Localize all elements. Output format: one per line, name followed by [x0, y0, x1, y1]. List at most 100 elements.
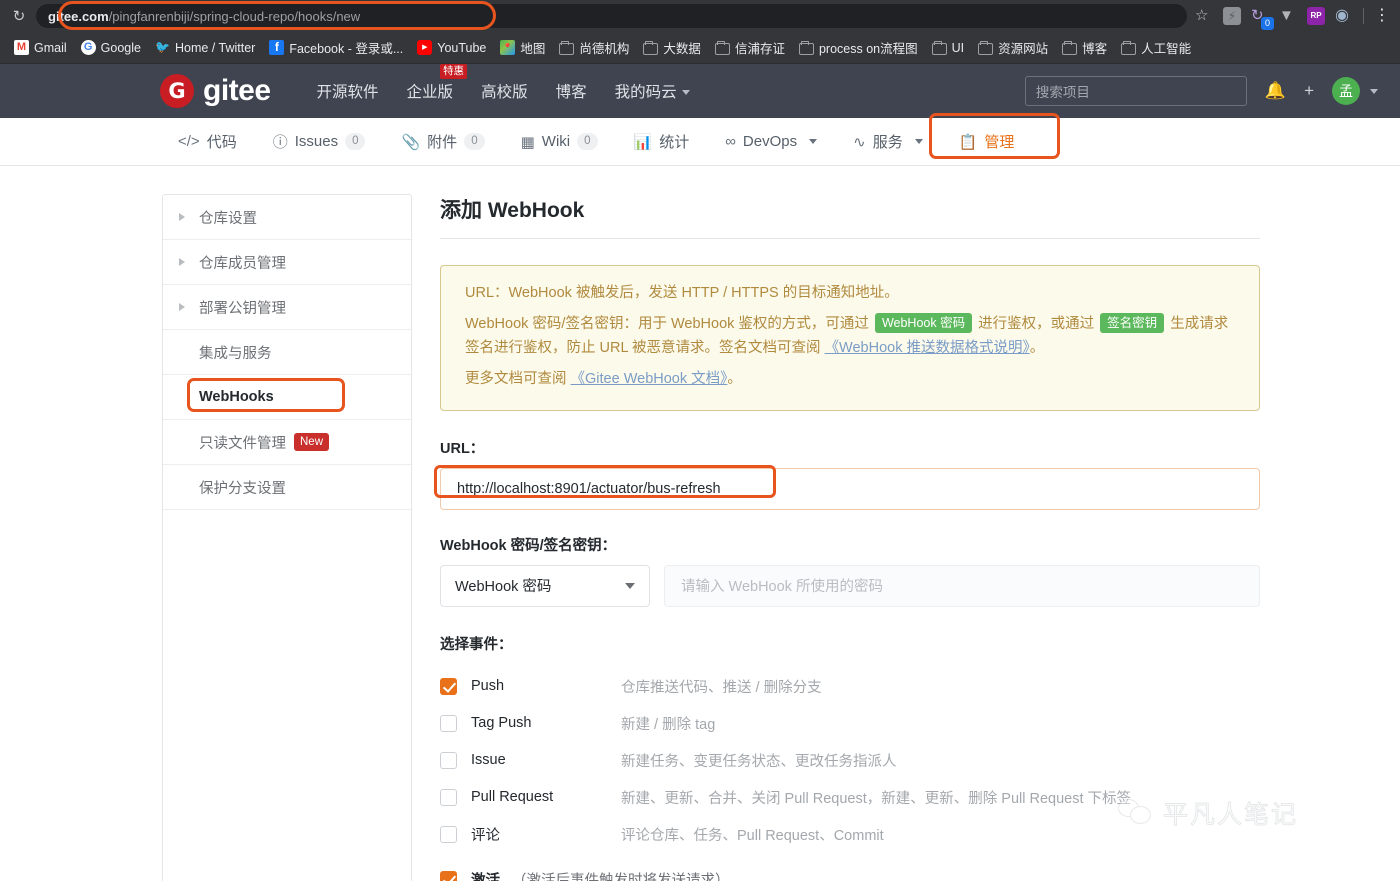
nav-label: 高校版 [481, 84, 528, 101]
bookmark-label: 尚德机构 [579, 42, 630, 56]
chevron-down-icon [809, 139, 818, 144]
youtube-icon [417, 40, 433, 55]
star-icon[interactable]: ☆ [1195, 7, 1213, 25]
tab-statistics[interactable]: 📊 统计 [616, 118, 708, 165]
bookmark-folder-7[interactable]: 博客 [1056, 35, 1113, 60]
nav-label: 企业版 [406, 84, 454, 101]
user-menu[interactable]: 孟 [1332, 77, 1378, 105]
address-bar[interactable]: gitee.com/pingfanrenbiji/spring-cloud-re… [36, 4, 1187, 28]
secret-password-input[interactable]: 请输入 WebHook 所使用的密码 [664, 564, 1260, 607]
sidebar-item-webhooks[interactable]: WebHooks [163, 375, 411, 420]
gitee-logo-text: gitee [203, 74, 271, 107]
bookmark-youtube[interactable]: YouTube [411, 37, 492, 58]
checkbox-issue[interactable] [440, 751, 457, 769]
link-webhook-payload-doc[interactable]: 《WebHook 推送数据格式说明》 [825, 340, 1030, 356]
tab-devops[interactable]: ∞ DevOps [707, 118, 835, 165]
checkbox-pull-request[interactable] [440, 788, 457, 806]
checkbox-push[interactable] [440, 677, 457, 695]
nav-item-my-cloud[interactable]: 我的码云 [615, 80, 690, 102]
secret-type-select[interactable]: WebHook 密码 [440, 564, 650, 607]
main-content: 添加 WebHook URL：WebHook 被触发后，发送 HTTP / HT… [434, 194, 1400, 881]
extension-rp-icon[interactable]: RP [1307, 7, 1325, 25]
bookmark-twitter[interactable]: Home / Twitter [149, 37, 261, 58]
tab-code[interactable]: </> 代码 [160, 118, 255, 165]
event-row-comment[interactable]: 评论 评论仓库、任务、Pull Request、Commit [440, 816, 1260, 853]
tab-label: Wiki [541, 133, 571, 150]
sidebar-item-integrations[interactable]: 集成与服务 [163, 330, 411, 375]
activate-row[interactable]: 激活 （激活后事件触发时将发送请求） [440, 869, 1260, 881]
secret-password-placeholder: 请输入 WebHook 所使用的密码 [681, 579, 883, 596]
sidebar-item-repo-settings[interactable]: 仓库设置 [163, 195, 411, 240]
event-desc: 新建、更新、合并、关闭 Pull Request，新建、更新、删除 Pull R… [621, 790, 1132, 807]
bookmark-folder-3[interactable]: 信浦存证 [709, 35, 791, 60]
twitter-icon [155, 40, 170, 55]
plus-icon[interactable]: + [1304, 81, 1314, 101]
folder-icon [643, 40, 659, 55]
info-notice: URL：WebHook 被触发后，发送 HTTP / HTTPS 的目标通知地址… [440, 265, 1260, 411]
event-row-tag-push[interactable]: Tag Push 新建 / 删除 tag [440, 705, 1260, 742]
address-bar-text: gitee.com/pingfanrenbiji/spring-cloud-re… [48, 9, 360, 24]
bookmark-label: 大数据 [663, 42, 701, 56]
chevron-right-icon [179, 303, 185, 311]
tab-issues[interactable]: ⓘ Issues 0 [255, 118, 384, 165]
secret-row: WebHook 密码 请输入 WebHook 所使用的密码 [440, 564, 1260, 607]
sidebar-item-members[interactable]: 仓库成员管理 [163, 240, 411, 285]
url-field-label: URL： [440, 440, 485, 457]
tab-attachments[interactable]: 📎 附件 0 [383, 118, 502, 165]
bookmark-google[interactable]: Google [75, 37, 147, 58]
nav-item-opensource[interactable]: 开源软件 [317, 80, 379, 102]
activate-desc: （激活后事件触发时将发送请求） [512, 872, 730, 881]
event-desc: 新建 / 删除 tag [621, 716, 716, 733]
nav-item-campus[interactable]: 高校版 [481, 80, 528, 102]
event-row-push[interactable]: Push 仓库推送代码、推送 / 删除分支 [440, 668, 1260, 705]
url-input-value: http://localhost:8901/actuator/bus-refre… [457, 480, 721, 497]
repo-tab-bar: </> 代码 ⓘ Issues 0 📎 附件 0 ▦ Wiki 0 📊 统计 ∞ DevOps ∿… [0, 118, 1400, 166]
sidebar-item-label: WebHooks [199, 389, 274, 405]
sidebar-item-readonly-files[interactable]: 只读文件管理 New [163, 420, 411, 465]
reload-icon[interactable]: ↻ [8, 5, 30, 27]
bookmark-folder-6[interactable]: 资源网站 [972, 35, 1054, 60]
bookmark-label: Facebook - 登录或... [289, 42, 404, 56]
tab-wiki[interactable]: ▦ Wiki 0 [503, 118, 616, 165]
bookmark-facebook[interactable]: Facebook - 登录或... [263, 35, 409, 60]
checkbox-tag-push[interactable] [440, 714, 457, 732]
extension-v-icon[interactable]: ▼ [1279, 7, 1297, 25]
event-row-issue[interactable]: Issue 新建任务、变更任务状态、更改任务指派人 [440, 742, 1260, 779]
tab-services[interactable]: ∿ 服务 [835, 118, 941, 165]
checkbox-comment[interactable] [440, 825, 457, 843]
event-row-pull-request[interactable]: Pull Request 新建、更新、合并、关闭 Pull Request，新建… [440, 779, 1260, 816]
bookmark-folder-5[interactable]: UI [926, 38, 971, 58]
url-domain: gitee.com [48, 8, 109, 24]
sidebar-item-protected-branches[interactable]: 保护分支设置 [163, 465, 411, 510]
tab-label: 附件 [427, 134, 458, 151]
link-gitee-webhook-doc[interactable]: 《Gitee WebHook 文档》 [571, 371, 728, 387]
extension-sync-icon[interactable]: ↻ 0 [1251, 7, 1274, 30]
folder-icon [714, 40, 730, 55]
bookmark-folder-8[interactable]: 人工智能 [1115, 35, 1197, 60]
event-desc: 新建任务、变更任务状态、更改任务指派人 [621, 753, 897, 770]
checkbox-activate[interactable] [440, 870, 457, 881]
event-name: Pull Request [471, 789, 554, 806]
bookmark-maps[interactable]: 地图 [494, 35, 551, 60]
browser-menu-icon[interactable]: ⋮ [1374, 7, 1392, 25]
bookmark-gmail[interactable]: Gmail [8, 37, 73, 58]
tab-count: 0 [464, 133, 485, 150]
gitee-logo[interactable]: G gitee [160, 74, 271, 108]
activate-label: 激活 [471, 872, 500, 881]
url-input[interactable]: http://localhost:8901/actuator/bus-refre… [440, 467, 1260, 510]
nav-item-blog[interactable]: 博客 [556, 80, 587, 102]
search-input[interactable]: 搜索项目 [1024, 76, 1247, 106]
sidebar-item-deploy-keys[interactable]: 部署公钥管理 [163, 285, 411, 330]
nav-label: 我的码云 [614, 84, 677, 101]
notice-line-2b: 进行鉴权，或通过 [978, 316, 1095, 333]
tab-manage[interactable]: 📋 管理 [941, 118, 1033, 165]
bell-icon[interactable]: 🔔 [1265, 81, 1286, 101]
bookmark-folder-1[interactable]: 尚德机构 [553, 35, 635, 60]
bookmark-folder-2[interactable]: 大数据 [637, 35, 707, 60]
tab-label: 管理 [984, 134, 1015, 151]
sidebar-item-label: 部署公钥管理 [199, 300, 286, 317]
extension-flash-icon[interactable] [1223, 7, 1241, 25]
nav-item-enterprise[interactable]: 企业版 特惠 [406, 64, 468, 102]
extension-circle-icon[interactable]: ◉ [1335, 7, 1353, 25]
bookmark-folder-4[interactable]: process on流程图 [793, 35, 924, 60]
